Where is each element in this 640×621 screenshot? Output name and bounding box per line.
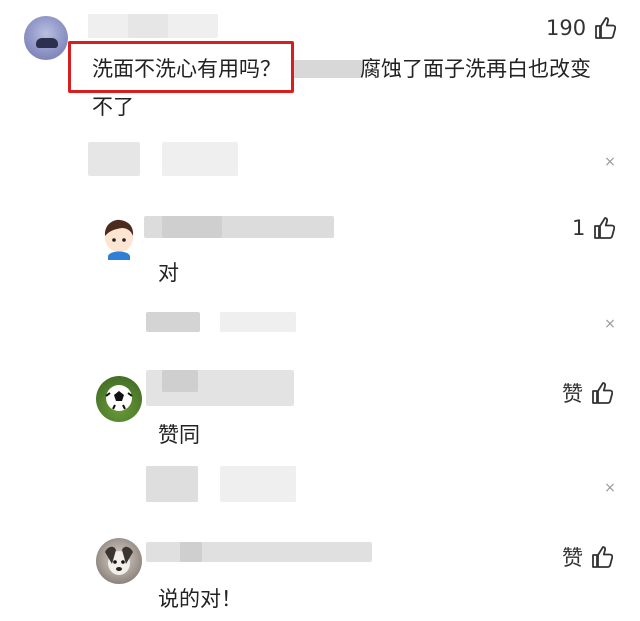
like-count: 1 bbox=[572, 216, 586, 240]
like-control[interactable]: 1 bbox=[572, 216, 616, 240]
meta-blurred bbox=[88, 142, 140, 176]
commenter-avatar-dog[interactable] bbox=[96, 538, 142, 584]
thumbs-up-icon[interactable] bbox=[593, 216, 616, 240]
thumbs-up-icon[interactable] bbox=[591, 381, 613, 405]
close-icon[interactable]: × bbox=[602, 480, 618, 496]
thumbs-up-icon[interactable] bbox=[594, 16, 617, 40]
close-icon[interactable]: × bbox=[602, 316, 618, 332]
commenter-avatar-boy[interactable] bbox=[98, 216, 140, 260]
commenter-avatar-soccer[interactable] bbox=[96, 376, 142, 422]
username-blurred-block bbox=[162, 216, 222, 238]
comment-text: 对 bbox=[158, 261, 179, 285]
meta-blurred bbox=[146, 312, 200, 332]
username-blurred-block bbox=[162, 370, 198, 392]
highlight-annotation-box bbox=[68, 41, 294, 93]
comment-text: 赞同 bbox=[158, 423, 200, 447]
username-blurred-block bbox=[128, 14, 168, 38]
like-control[interactable]: 赞 bbox=[562, 378, 613, 408]
like-control[interactable]: 190 bbox=[546, 16, 617, 40]
commenter-avatar[interactable] bbox=[24, 16, 68, 60]
username-blurred-block bbox=[180, 542, 202, 562]
close-icon[interactable]: × bbox=[602, 154, 618, 170]
comment-text: 腐蚀了面子洗再白也改变 bbox=[360, 57, 591, 81]
like-label: 赞 bbox=[562, 546, 583, 570]
like-count: 190 bbox=[546, 16, 587, 40]
avatar-figure bbox=[36, 38, 58, 48]
meta-blurred-2 bbox=[220, 466, 296, 502]
comment-text-line2: 不了 bbox=[92, 95, 134, 119]
meta-blurred-2 bbox=[220, 312, 296, 332]
thumbs-up-icon[interactable] bbox=[591, 545, 613, 569]
meta-blurred bbox=[146, 466, 198, 502]
like-label: 赞 bbox=[562, 382, 583, 406]
like-control[interactable]: 赞 bbox=[562, 542, 613, 572]
meta-blurred-2 bbox=[162, 142, 238, 176]
censored-text-blurred bbox=[292, 60, 362, 78]
comment-text: 说的对！ bbox=[158, 587, 242, 611]
